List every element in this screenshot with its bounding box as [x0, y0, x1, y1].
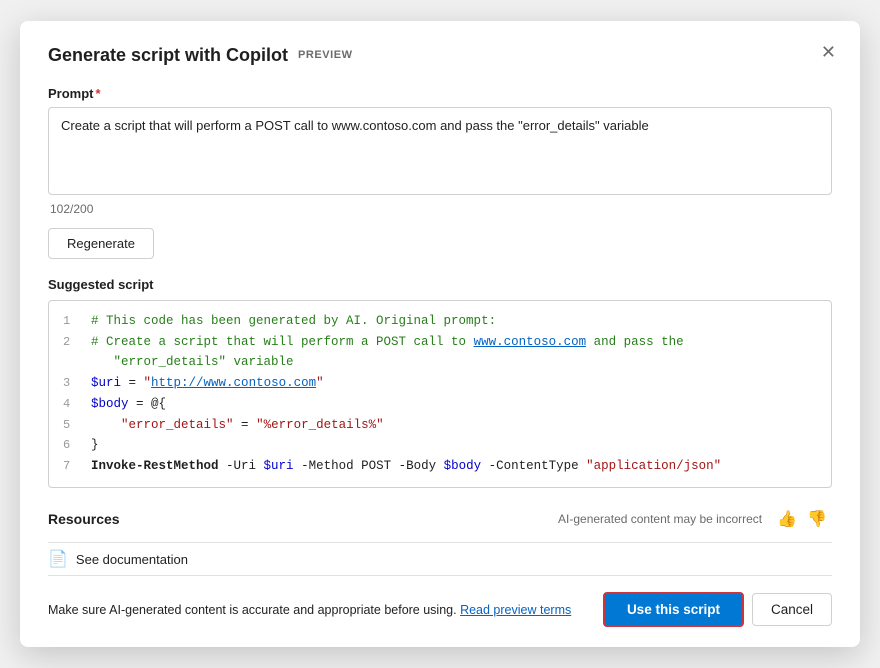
footer-note: Make sure AI-generated content is accura…: [48, 603, 591, 617]
code-line-4: 4 $body = @{: [63, 394, 817, 415]
ai-note: AI-generated content may be incorrect: [558, 512, 762, 526]
footer-row: Make sure AI-generated content is accura…: [48, 592, 832, 627]
resources-section: Resources AI-generated content may be in…: [48, 506, 832, 532]
code-line-1: 1 # This code has been generated by AI. …: [63, 311, 817, 332]
dialog-header: Generate script with Copilot PREVIEW ✕: [48, 45, 832, 66]
close-button[interactable]: ✕: [815, 39, 842, 65]
contoso-link-uri[interactable]: http://www.contoso.com: [151, 376, 316, 390]
read-preview-terms-link[interactable]: Read preview terms: [460, 603, 571, 617]
code-line-5: 5 "error_details" = "%error_details%": [63, 415, 817, 436]
code-line-7: 7 Invoke-RestMethod -Uri $uri -Method PO…: [63, 456, 817, 477]
cancel-button[interactable]: Cancel: [752, 593, 832, 626]
char-count: 102/200: [48, 202, 832, 216]
prompt-label: Prompt*: [48, 86, 832, 101]
see-docs-row: 📄 See documentation: [48, 542, 832, 576]
thumbs-down-button[interactable]: 👎: [802, 506, 832, 532]
code-line-3: 3 $uri = "http://www.contoso.com": [63, 373, 817, 394]
code-line-2: 2 # Create a script that will perform a …: [63, 332, 817, 373]
use-script-button[interactable]: Use this script: [603, 592, 744, 627]
contoso-link-comment[interactable]: www.contoso.com: [474, 335, 587, 349]
suggested-script-label: Suggested script: [48, 277, 832, 292]
code-box: 1 # This code has been generated by AI. …: [48, 300, 832, 488]
prompt-textarea[interactable]: Create a script that will perform a POST…: [48, 107, 832, 195]
regenerate-button[interactable]: Regenerate: [48, 228, 154, 259]
resources-title: Resources: [48, 511, 558, 527]
document-icon: 📄: [48, 549, 68, 569]
required-star: *: [96, 86, 101, 101]
generate-script-dialog: Generate script with Copilot PREVIEW ✕ P…: [20, 21, 860, 647]
prompt-section: Prompt* Create a script that will perfor…: [48, 86, 832, 216]
see-docs-label: See documentation: [76, 552, 188, 567]
code-line-6: 6 }: [63, 435, 817, 456]
preview-badge: PREVIEW: [298, 49, 353, 61]
thumbs-up-button[interactable]: 👍: [772, 506, 802, 532]
dialog-title: Generate script with Copilot: [48, 45, 288, 66]
